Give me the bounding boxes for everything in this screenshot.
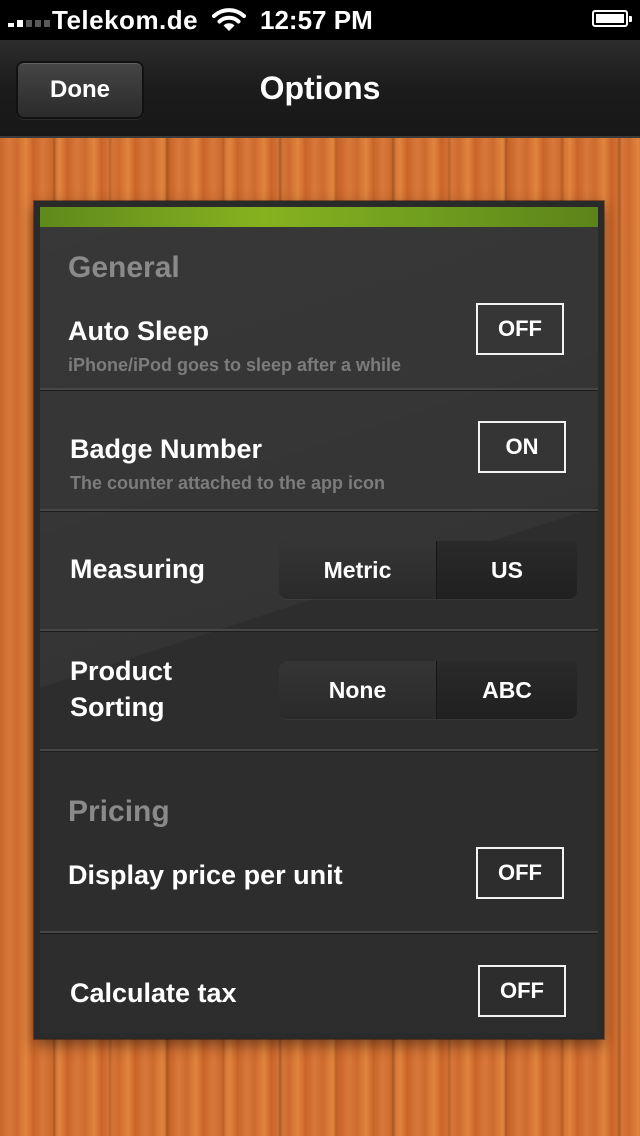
product-sorting-label-line1: Product <box>70 656 173 686</box>
battery-full-icon <box>592 10 632 27</box>
page-title: Options <box>259 70 381 106</box>
measuring-segmented-control: Metric US <box>279 541 577 599</box>
status-bar: Telekom.de 12:57 PM <box>0 0 640 40</box>
measuring-option-us[interactable]: US <box>437 541 577 599</box>
panel-accent-bar <box>40 207 598 227</box>
divider <box>40 388 598 391</box>
divider <box>40 931 598 934</box>
auto-sleep-label: Auto Sleep <box>68 316 210 346</box>
sorting-option-abc[interactable]: ABC <box>437 661 577 719</box>
price-per-unit-label: Display price per unit <box>68 860 343 890</box>
price-per-unit-toggle[interactable]: OFF <box>476 847 564 899</box>
carrier-name: Telekom.de <box>52 5 199 35</box>
calculate-tax-toggle[interactable]: OFF <box>478 965 566 1017</box>
divider <box>40 749 598 752</box>
divider <box>40 629 598 632</box>
navigation-bar: Done Options <box>0 40 640 138</box>
badge-number-label: Badge Number <box>70 434 263 464</box>
options-screen: Telekom.de 12:57 PM Done Options General… <box>0 0 640 1136</box>
section-title-general: General <box>68 251 180 284</box>
product-sorting-label-line2: Sorting <box>70 692 165 722</box>
options-panel: General Auto Sleep iPhone/iPod goes to s… <box>34 201 604 1039</box>
measuring-label: Measuring <box>70 554 206 584</box>
divider <box>40 509 598 512</box>
badge-number-description: The counter attached to the app icon <box>70 473 386 493</box>
wifi-icon <box>212 8 246 31</box>
measuring-option-metric[interactable]: Metric <box>279 541 437 599</box>
signal-bars-icon <box>8 13 52 27</box>
sorting-option-none[interactable]: None <box>279 661 437 719</box>
status-time: 12:57 PM <box>260 5 373 35</box>
auto-sleep-toggle[interactable]: OFF <box>476 303 564 355</box>
auto-sleep-description: iPhone/iPod goes to sleep after a while <box>68 355 402 375</box>
badge-number-toggle[interactable]: ON <box>478 421 566 473</box>
section-title-pricing: Pricing <box>68 795 170 828</box>
done-button[interactable]: Done <box>16 61 144 119</box>
product-sorting-segmented-control: None ABC <box>279 661 577 719</box>
calculate-tax-label: Calculate tax <box>70 978 237 1008</box>
